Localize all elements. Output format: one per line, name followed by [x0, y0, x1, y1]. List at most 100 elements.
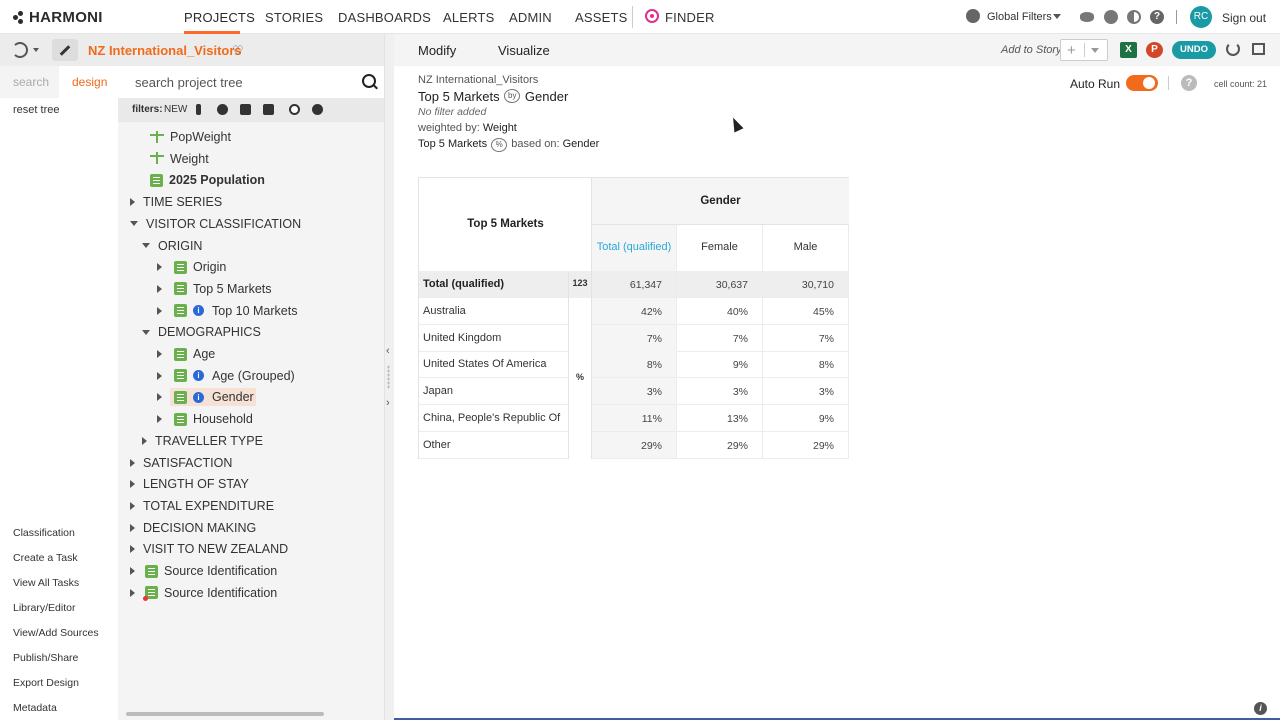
filter-new-button[interactable]: NEW	[164, 104, 187, 115]
tree-item[interactable]: Top 5 Markets	[157, 279, 272, 299]
search-icon[interactable]	[362, 74, 376, 88]
tab-design[interactable]: design	[72, 75, 107, 89]
table-cell[interactable]: 42%	[592, 297, 677, 325]
tree-item[interactable]: Origin	[157, 257, 226, 277]
tree-folder[interactable]: TRAVELLER TYPE	[142, 431, 263, 451]
nav-finder[interactable]: FINDER	[665, 10, 715, 25]
left-link[interactable]: View All Tasks	[13, 576, 99, 601]
edit-pencil-icon[interactable]	[52, 39, 78, 61]
table-cell[interactable]: 30,637	[677, 271, 763, 298]
tree-folder[interactable]: LENGTH OF STAY	[130, 474, 249, 494]
table-cell[interactable]: 9%	[677, 351, 763, 379]
chevron-down-icon[interactable]	[1053, 14, 1061, 19]
project-name[interactable]: NZ International_Visitors	[88, 43, 242, 58]
auto-run-toggle[interactable]	[1126, 75, 1158, 91]
circle-toggle-icon[interactable]	[289, 104, 300, 115]
table-cell[interactable]: 8%	[763, 351, 849, 379]
pct-variable[interactable]: Top 5 Markets	[418, 138, 487, 150]
tree-item[interactable]: Source Identification	[130, 561, 277, 581]
tree-folder[interactable]: ORIGIN	[142, 236, 202, 256]
left-link[interactable]: Create a Task	[13, 551, 99, 576]
chevron-right-icon[interactable]	[130, 458, 135, 467]
chevron-right-icon[interactable]	[130, 545, 135, 554]
tree-item[interactable]: Source Identification	[130, 583, 277, 603]
contrast-icon[interactable]	[1127, 10, 1141, 24]
nav-assets[interactable]: ASSETS	[575, 10, 628, 25]
table-cell[interactable]: 9%	[763, 405, 849, 432]
tree-folder[interactable]: VISIT TO NEW ZEALAND	[130, 539, 288, 559]
tree-folder[interactable]: VISITOR CLASSIFICATION	[130, 214, 301, 234]
tree-folder[interactable]: SATISFACTION	[130, 453, 232, 473]
column-header[interactable]: Female	[677, 225, 763, 271]
table-cell[interactable]: 3%	[677, 378, 763, 406]
chevron-right-icon[interactable]	[130, 567, 135, 575]
info-row-variable[interactable]: Top 5 Markets	[418, 89, 500, 104]
powerpoint-export-icon[interactable]: P	[1146, 42, 1163, 58]
nav-alerts[interactable]: ALERTS	[443, 10, 495, 25]
left-link[interactable]: View/Add Sources	[13, 626, 99, 651]
table-cell[interactable]: 40%	[677, 297, 763, 325]
table-cell[interactable]: 61,347	[592, 271, 677, 298]
brain-icon[interactable]	[1104, 10, 1118, 24]
column-header[interactable]: Male	[763, 225, 849, 271]
nav-dashboards[interactable]: DASHBOARDS	[338, 10, 431, 25]
chevron-right-icon[interactable]: ›	[386, 397, 390, 409]
tree-item[interactable]: PopWeight	[150, 127, 231, 147]
chevron-right-icon[interactable]	[157, 393, 162, 402]
info-icon[interactable]: i	[193, 370, 204, 382]
table-cell[interactable]: 13%	[677, 405, 763, 432]
user-avatar[interactable]: RC	[1190, 6, 1212, 28]
pin-icon[interactable]	[217, 104, 228, 115]
tree-folder[interactable]: TOTAL EXPENDITURE	[130, 496, 274, 516]
table-cell[interactable]: 45%	[763, 297, 849, 325]
chevron-down-icon[interactable]	[1091, 48, 1099, 53]
tab-modify[interactable]: Modify	[418, 43, 456, 58]
refresh-icon[interactable]	[1226, 42, 1240, 56]
project-tree-search-input[interactable]	[118, 66, 384, 98]
table-cell[interactable]: 29%	[763, 431, 849, 459]
chevron-right-icon[interactable]	[130, 480, 135, 489]
chevron-right-icon[interactable]	[157, 306, 162, 315]
table-icon[interactable]	[263, 104, 274, 115]
chevron-right-icon[interactable]	[142, 436, 147, 445]
chevron-right-icon[interactable]	[130, 501, 135, 510]
excel-export-icon[interactable]: X	[1120, 42, 1137, 58]
left-link[interactable]: Publish/Share	[13, 651, 99, 676]
info-icon[interactable]: i	[1254, 702, 1267, 715]
based-on-value[interactable]: Gender	[563, 138, 600, 150]
table-cell[interactable]: 8%	[592, 351, 677, 379]
table-cell[interactable]: 11%	[592, 405, 677, 432]
column-header[interactable]: Total (qualified)	[592, 225, 677, 271]
tab-visualize[interactable]: Visualize	[498, 43, 550, 58]
table-row-label[interactable]: United States Of America	[419, 351, 568, 379]
nav-admin[interactable]: ADMIN	[509, 10, 552, 25]
row-header-label[interactable]: Top 5 Markets	[419, 218, 592, 230]
sort-icon[interactable]	[240, 104, 251, 115]
chevron-right-icon[interactable]	[130, 198, 135, 207]
chevron-right-icon[interactable]	[157, 371, 162, 380]
left-link[interactable]: Metadata	[13, 701, 99, 720]
add-to-story-button[interactable]: +	[1060, 39, 1108, 61]
heart-icon[interactable]: ♡	[232, 43, 244, 59]
table-row-label[interactable]: Total (qualified)	[419, 271, 568, 298]
table-cell[interactable]: 7%	[763, 324, 849, 352]
by-badge-icon[interactable]: by	[504, 89, 521, 103]
table-row-label[interactable]: United Kingdom	[419, 325, 568, 352]
half-circle-icon[interactable]	[312, 104, 323, 115]
table-cell[interactable]: 3%	[592, 378, 677, 406]
tree-item[interactable]: i Gender	[157, 387, 254, 407]
table-cell[interactable]: 29%	[592, 431, 677, 459]
eye-icon[interactable]	[1080, 12, 1094, 22]
info-col-variable[interactable]: Gender	[525, 89, 568, 104]
chevron-right-icon[interactable]	[157, 263, 162, 272]
sign-out-link[interactable]: Sign out	[1222, 11, 1266, 25]
table-row-label[interactable]: Japan	[419, 378, 568, 406]
percent-badge-icon[interactable]: %	[491, 138, 508, 152]
global-filters-button[interactable]: Global Filters	[987, 11, 1052, 23]
tab-search[interactable]: search	[13, 75, 49, 89]
reset-tree-link[interactable]: reset tree	[13, 104, 59, 116]
chevron-right-icon[interactable]	[157, 415, 162, 424]
table-cell[interactable]: 29%	[677, 431, 763, 459]
tree-folder[interactable]: DEMOGRAPHICS	[142, 322, 261, 342]
popout-icon[interactable]	[1252, 43, 1265, 55]
